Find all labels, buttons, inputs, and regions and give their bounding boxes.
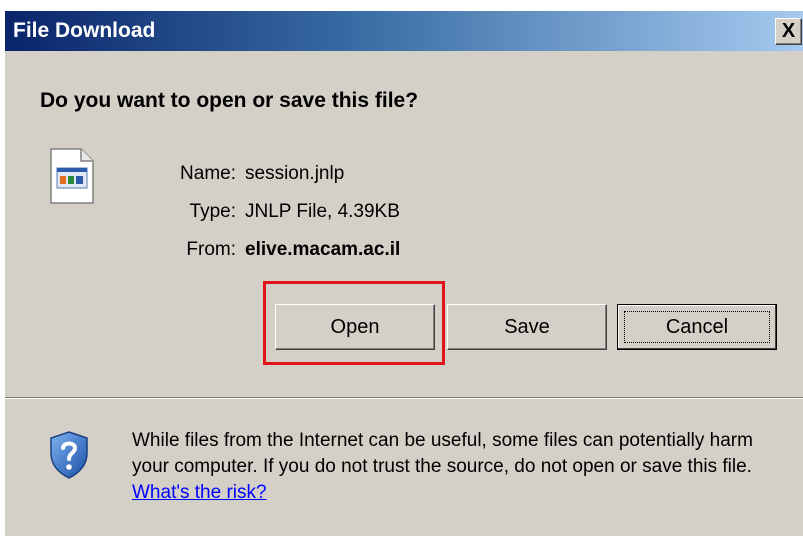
jnlp-file-icon xyxy=(49,148,95,209)
window-title: File Download xyxy=(13,19,156,42)
name-value: session.jnlp xyxy=(245,163,345,184)
close-button[interactable]: X xyxy=(775,18,802,45)
type-value: JNLP File, 4.39KB xyxy=(245,201,400,222)
title-bar[interactable]: File Download X xyxy=(5,11,803,51)
divider-highlight xyxy=(5,398,803,399)
cancel-button-label: Cancel xyxy=(665,315,729,338)
file-download-dialog: File Download X Do you want to open or s… xyxy=(4,10,803,536)
close-icon: X xyxy=(781,20,796,42)
save-button-label: Save xyxy=(504,315,550,338)
name-label: Name: xyxy=(180,163,236,184)
open-button-label: Open xyxy=(330,315,380,338)
open-button[interactable]: Open xyxy=(275,304,435,350)
cancel-focus-ring: Cancel xyxy=(624,311,770,343)
type-label: Type: xyxy=(189,201,236,222)
from-value: elive.macam.ac.il xyxy=(245,239,401,260)
save-button[interactable]: Save xyxy=(447,304,607,350)
cancel-button[interactable]: Cancel xyxy=(617,304,777,350)
security-warning: While files from the Internet can be use… xyxy=(132,428,792,506)
warning-text: While files from the Internet can be use… xyxy=(132,430,753,477)
dialog-question: Do you want to open or save this file? xyxy=(40,89,419,112)
shield-question-icon xyxy=(49,431,89,484)
from-label: From: xyxy=(186,239,236,260)
whats-the-risk-link[interactable]: What's the risk? xyxy=(132,482,267,503)
